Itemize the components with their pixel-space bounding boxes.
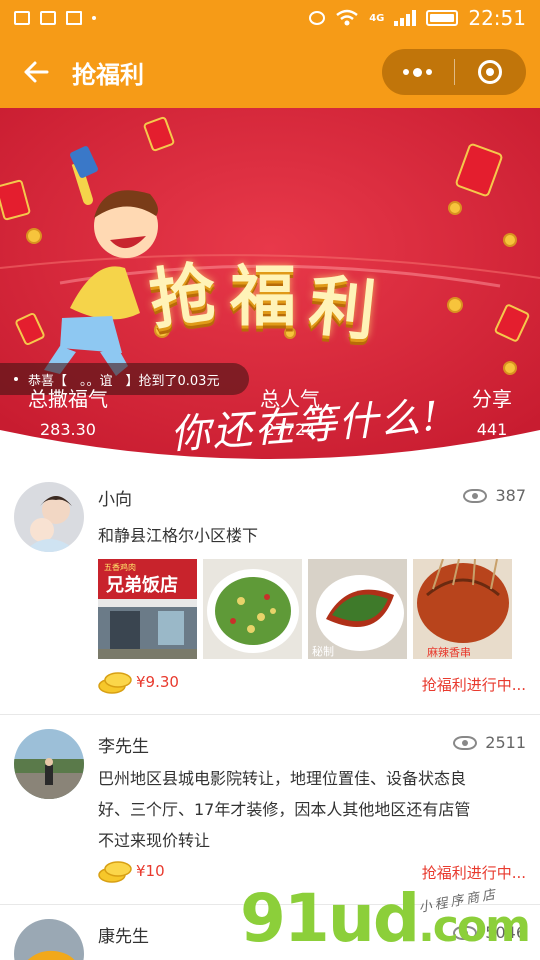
reward: ¥10 <box>98 859 165 883</box>
nav-bar: 抢福利 <box>0 36 540 108</box>
author-name: 小向 <box>98 490 132 510</box>
grab-status[interactable]: 抢福利进行中... <box>422 674 526 695</box>
stat-popularity: 总人气 27724 <box>260 383 320 439</box>
coin-stack-icon <box>98 861 132 883</box>
banner-title-char: 抢 <box>144 252 221 340</box>
eye-icon <box>453 735 478 750</box>
back-button[interactable] <box>0 36 72 108</box>
post-text-line: 巴州地区县城电影院转让，地理位置佳、设备状态良 <box>98 769 467 788</box>
page-title: 抢福利 <box>72 60 144 89</box>
target-icon <box>478 60 503 84</box>
close-mini-program-button[interactable] <box>455 49 527 95</box>
alarm-icon <box>309 11 326 25</box>
photo-caption: 秘制 <box>312 644 334 658</box>
post-card[interactable]: 李先生 2511 巴州地区县城电影院转让，地理位置佳、设备状态良 好、三个厅、1… <box>0 715 540 905</box>
promo-banner: 抢 福 利 你还在等什么! 恭喜【 。。谊 】抢到了0.03元 总撒福气 283… <box>0 108 540 468</box>
network-type: 4G <box>369 12 385 24</box>
photo-grid: 五香鸡肉 兄弟饭店 秘制 麻辣香串 <box>98 559 512 659</box>
eye-icon <box>463 488 488 503</box>
view-count-value: 2511 <box>485 733 526 752</box>
more-dot-icon <box>92 16 96 20</box>
post-photo[interactable]: 秘制 <box>308 559 407 659</box>
stat-value: 283.30 <box>40 420 96 439</box>
post-text-line: 不过来现价转让 <box>98 831 211 850</box>
post-text: 和静县江格尔小区楼下 <box>98 526 259 545</box>
banner-title-char: 福 <box>230 257 296 335</box>
notification-icon <box>14 11 30 25</box>
signal-icon <box>394 10 417 26</box>
wifi-icon <box>336 9 358 26</box>
stat-value: 27724 <box>264 420 316 439</box>
coin-stack-icon <box>98 672 132 694</box>
reward-amount: ¥9.30 <box>136 673 179 691</box>
photo-caption: 麻辣香串 <box>427 645 471 659</box>
view-count: 2511 <box>453 733 526 752</box>
app-grid-icon <box>66 11 82 25</box>
battery-icon <box>426 10 459 26</box>
stats-row: 总撒福气 283.30 总人气 27724 分享 441 <box>0 383 540 439</box>
post-text: 巴州地区县城电影院转让，地理位置佳、设备状态良 好、三个厅、17年才装修，因本人… <box>98 763 516 856</box>
author-name: 李先生 <box>98 737 149 757</box>
back-arrow-icon <box>24 61 49 83</box>
post-text-line: 好、三个厅、17年才装修，因本人其他地区还有店管 <box>98 800 471 819</box>
stat-label: 分享 <box>472 387 512 411</box>
status-bar: 4G 22:51 <box>0 0 540 36</box>
reward: ¥9.30 <box>98 670 179 694</box>
banner-title: 抢 福 利 <box>145 243 380 351</box>
post-card[interactable]: 小向 387 和静县江格尔小区楼下 五香鸡肉 兄弟饭店 秘制 麻辣香串 ¥9.3… <box>0 468 540 715</box>
avatar[interactable] <box>14 482 84 552</box>
banner-title-char: 利 <box>305 265 380 351</box>
reward-amount: ¥10 <box>136 862 165 880</box>
author-name: 康先生 <box>98 927 149 947</box>
app: 4G 22:51 抢福利 抢 福 利 你还在等什么! 恭喜【 。。谊 】抢到了0… <box>0 0 540 960</box>
avatar[interactable] <box>14 919 84 960</box>
stat-label: 总撒福气 <box>28 387 108 411</box>
avatar[interactable] <box>14 729 84 799</box>
stat-share[interactable]: 分享 441 <box>472 383 512 439</box>
post-photo[interactable]: 麻辣香串 <box>413 559 512 659</box>
post-photo[interactable]: 五香鸡肉 兄弟饭店 <box>98 559 197 659</box>
photo-sign-text: 兄弟饭店 <box>105 574 178 596</box>
post-photo[interactable] <box>203 559 302 659</box>
stat-label: 总人气 <box>260 387 320 411</box>
mini-program-capsule <box>382 49 526 95</box>
clock: 22:51 <box>468 6 526 30</box>
stat-total-blessing: 总撒福气 283.30 <box>28 383 108 439</box>
stat-value: 441 <box>476 420 508 439</box>
watermark: 91ud.com 小程序商店 <box>240 880 540 960</box>
message-icon <box>40 11 56 25</box>
photo-sign-top: 五香鸡肉 <box>104 562 136 572</box>
view-count-value: 387 <box>495 486 526 505</box>
more-menu-button[interactable] <box>382 49 454 95</box>
ticker-dot-icon <box>14 377 18 381</box>
view-count: 387 <box>463 486 526 505</box>
watermark-brand: 91ud <box>240 880 420 957</box>
